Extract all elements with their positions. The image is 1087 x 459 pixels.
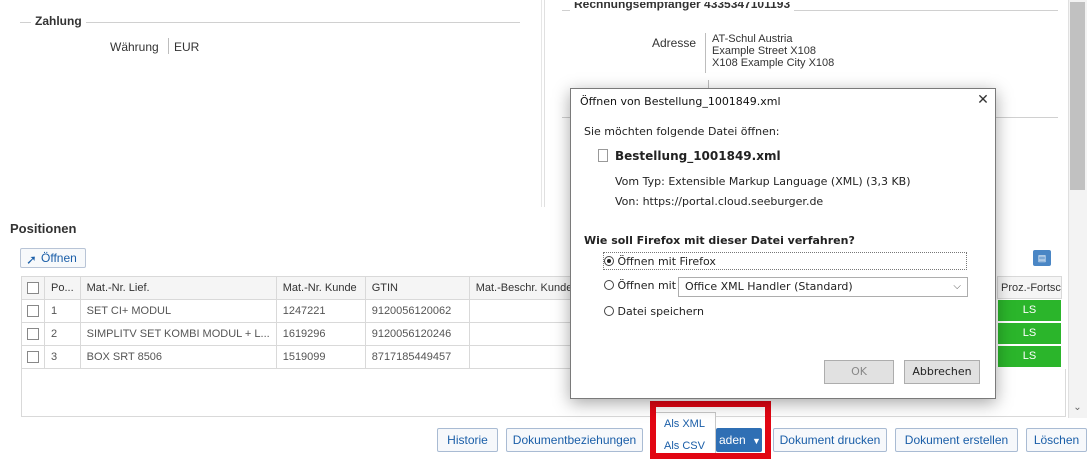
cell-gtin: 9120056120246: [364, 322, 470, 346]
row-select-cell[interactable]: [21, 345, 45, 369]
positions-table: Po... Mat.-Nr. Lief. Mat.-Nr. Kunde GTIN…: [21, 276, 580, 369]
file-icon: [598, 149, 608, 162]
payment-fieldset-line: [20, 22, 520, 23]
column-header-mat-kunde[interactable]: Mat.-Nr. Kunde: [275, 276, 366, 300]
history-button[interactable]: Historie: [437, 428, 498, 452]
table-settings-icon[interactable]: ▤: [1033, 250, 1051, 266]
create-document-button[interactable]: Dokument erstellen: [895, 428, 1018, 452]
handler-select-value: Office XML Handler (Standard): [685, 280, 853, 293]
cell-mat-lief: SET CI+ MODUL: [79, 299, 277, 323]
address-line: AT-Schul Austria: [712, 33, 793, 45]
print-document-button[interactable]: Dokument drucken: [773, 428, 887, 452]
status-badge: LS: [997, 345, 1062, 368]
address-line: Example Street X108: [712, 45, 816, 57]
radio-open-firefox[interactable]: Öffnen mit Firefox: [604, 255, 716, 268]
open-button-label: Öffnen: [41, 251, 77, 265]
cell-pos: 1: [44, 299, 81, 323]
status-badge: LS: [997, 322, 1062, 345]
dialog-file-type: Vom Typ: Extensible Markup Language (XML…: [615, 175, 911, 188]
column-header-mat-beschr[interactable]: Mat.-Beschr. Kunde: [468, 276, 580, 300]
cell-gtin: 8717185449457: [364, 345, 470, 369]
dialog-filename: Bestellung_1001849.xml: [615, 149, 781, 163]
cell-pos: 3: [44, 345, 81, 369]
table-row[interactable]: 3 BOX SRT 8506 1519099 8717185449457: [21, 345, 580, 369]
cell-mat-lief: BOX SRT 8506: [79, 345, 277, 369]
payment-legend: Zahlung: [31, 14, 86, 28]
dialog-prompt: Sie möchten folgende Datei öffnen:: [584, 125, 780, 138]
cell-gtin: 9120056120062: [364, 299, 470, 323]
table-row[interactable]: 1 SET CI+ MODUL 1247221 9120056120062: [21, 299, 580, 323]
column-header-status[interactable]: Proz.-Fortsc: [997, 276, 1062, 299]
radio-selected-icon[interactable]: [604, 256, 614, 266]
close-icon[interactable]: ✕: [976, 92, 990, 108]
row-checkbox[interactable]: [27, 328, 39, 341]
radio-open-with-label: Öffnen mit: [617, 279, 677, 292]
cell-mat-kunde: 1247221: [275, 299, 366, 323]
document-relations-button[interactable]: Dokumentbeziehungen: [506, 428, 643, 452]
cell-mat-beschr: [468, 345, 580, 369]
row-checkbox[interactable]: [27, 351, 39, 364]
radio-save-file[interactable]: Datei speichern: [604, 305, 704, 318]
column-header-gtin[interactable]: GTIN: [364, 276, 470, 300]
cell-mat-beschr: [468, 322, 580, 346]
scroll-down-icon[interactable]: ⌄: [1070, 400, 1085, 415]
row-checkbox[interactable]: [27, 305, 39, 318]
scrollbar-thumb[interactable]: [1070, 2, 1085, 190]
dialog-body: Sie möchten folgende Datei öffnen: Beste…: [571, 113, 995, 398]
address-separator-2: [708, 80, 709, 88]
radio-unselected-icon[interactable]: [604, 306, 614, 316]
dialog-question: Wie soll Firefox mit dieser Datei verfah…: [584, 234, 855, 247]
open-file-dialog: Öffnen von Bestellung_1001849.xml ✕ Sie …: [570, 88, 996, 399]
cell-pos: 2: [44, 322, 81, 346]
payment-panel: [0, 0, 542, 207]
chevron-down-icon: ⌵: [953, 281, 961, 292]
table-header-row: Po... Mat.-Nr. Lief. Mat.-Nr. Kunde GTIN…: [21, 276, 580, 300]
currency-label: Währung: [110, 40, 159, 54]
address-block: AT-Schul Austria Example Street X108 X10…: [712, 33, 834, 69]
status-badge: LS: [997, 299, 1062, 322]
column-header-pos[interactable]: Po...: [44, 276, 81, 300]
address-separator: [705, 33, 706, 73]
row-select-cell[interactable]: [21, 322, 45, 346]
select-all-checkbox[interactable]: [27, 282, 39, 295]
address-label: Adresse: [652, 36, 697, 50]
arrow-northeast-icon: ➚: [26, 252, 37, 267]
cell-mat-beschr: [468, 299, 580, 323]
recipient-legend: Rechnungsempfänger 4335347101193: [570, 2, 795, 13]
select-all-cell[interactable]: [21, 276, 45, 300]
cell-mat-kunde: 1519099: [275, 345, 366, 369]
radio-save-file-label: Datei speichern: [617, 305, 704, 318]
table-row[interactable]: 2 SIMPLITV SET KOMBI MODUL + L... 161929…: [21, 322, 580, 346]
status-column: Proz.-Fortsc LS LS LS: [997, 276, 1062, 368]
delete-button[interactable]: Löschen: [1026, 428, 1087, 452]
highlight-annotation: [650, 401, 771, 459]
open-position-button[interactable]: ➚ Öffnen: [20, 248, 86, 268]
currency-value: EUR: [174, 40, 200, 54]
cancel-button[interactable]: Abbrechen: [904, 360, 980, 384]
radio-open-firefox-label: Öffnen mit Firefox: [617, 255, 716, 268]
radio-open-with[interactable]: Öffnen mit: [604, 279, 676, 292]
dialog-file-source: Von: https://portal.cloud.seeburger.de: [615, 195, 824, 208]
positions-title: Positionen: [10, 221, 77, 236]
column-header-mat-lief[interactable]: Mat.-Nr. Lief.: [79, 276, 277, 300]
dialog-title: Öffnen von Bestellung_1001849.xml: [580, 95, 781, 108]
currency-separator: [168, 38, 169, 54]
row-select-cell[interactable]: [21, 299, 45, 323]
ok-button[interactable]: OK: [824, 360, 894, 384]
cell-mat-kunde: 1619296: [275, 322, 366, 346]
address-line: X108 Example City X108: [712, 57, 835, 69]
cell-mat-lief: SIMPLITV SET KOMBI MODUL + L...: [79, 322, 277, 346]
handler-select[interactable]: Office XML Handler (Standard) ⌵: [678, 277, 968, 297]
radio-unselected-icon[interactable]: [604, 280, 614, 290]
